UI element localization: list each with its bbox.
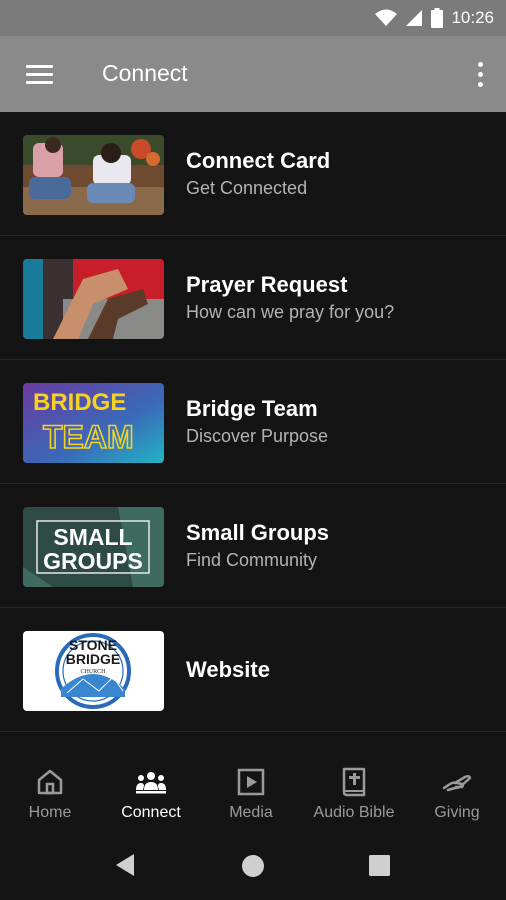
home-icon [37,769,63,795]
nav-label: Audio Bible [313,804,395,821]
connect-card-thumbnail [23,135,164,215]
bottom-nav: Home Connect Media Audio Bible Giving [0,752,506,830]
status-time: 10:26 [451,8,494,27]
signal-icon [406,10,423,26]
website-thumb-line2: BRIDGE [66,651,120,667]
item-subtitle: Find Community [186,550,318,570]
list-item-bridge-team[interactable]: BRIDGE TEAM Bridge Team Discover Purpose [0,360,506,484]
bridge-thumb-line1: BRIDGE [33,389,126,416]
home-circle-icon[interactable] [241,854,265,878]
item-title: Prayer Request [186,272,348,297]
bible-icon [342,767,366,797]
website-thumb-line3: CHURCH [80,669,106,675]
nav-home[interactable]: Home [0,752,100,830]
nav-label: Home [28,804,72,821]
connect-list: Connect Card Get Connected Prayer Reques… [0,112,506,732]
nav-label: Giving [434,804,480,821]
item-subtitle: How can we pray for you? [186,302,395,322]
menu-icon[interactable] [18,58,62,90]
list-item-small-groups[interactable]: SMALL GROUPS Small Groups Find Community [0,484,506,608]
item-subtitle: Get Connected [186,178,308,198]
play-icon [237,768,265,796]
small-groups-thumbnail: SMALL GROUPS [23,507,164,587]
app-bar: Connect [0,36,506,112]
more-options-icon[interactable] [468,56,492,92]
system-nav-bar [0,830,506,900]
recents-icon[interactable] [369,855,390,876]
prayer-request-thumbnail [23,259,164,339]
item-subtitle: Discover Purpose [186,426,329,446]
groups-thumb-line2: GROUPS [43,548,143,574]
nav-audio-bible[interactable]: Audio Bible [300,752,408,830]
nav-label: Connect [121,804,181,821]
list-item-connect-card[interactable]: Connect Card Get Connected [0,112,506,236]
bridge-team-thumbnail: BRIDGE TEAM [23,383,164,463]
nav-label: Media [229,804,273,821]
item-title: Connect Card [186,148,331,173]
item-title: Website [186,657,270,682]
back-icon[interactable] [114,852,136,878]
page-title: Connect [102,60,188,86]
status-bar: 10:26 [0,0,506,36]
giving-hand-icon [442,774,472,792]
people-icon [136,772,166,794]
nav-giving[interactable]: Giving [408,752,506,830]
item-title: Bridge Team [186,396,318,421]
nav-media[interactable]: Media [202,752,300,830]
nav-connect[interactable]: Connect [100,752,202,830]
bridge-thumb-line2: TEAM [43,419,134,455]
list-item-website[interactable]: STONE BRIDGE CHURCH Website [0,608,506,732]
list-item-prayer-request[interactable]: Prayer Request How can we pray for you? [0,236,506,360]
item-title: Small Groups [186,520,330,545]
groups-thumb-line1: SMALL [53,524,132,550]
battery-icon [431,8,444,28]
website-thumbnail: STONE BRIDGE CHURCH [23,631,164,711]
wifi-icon [375,9,398,26]
